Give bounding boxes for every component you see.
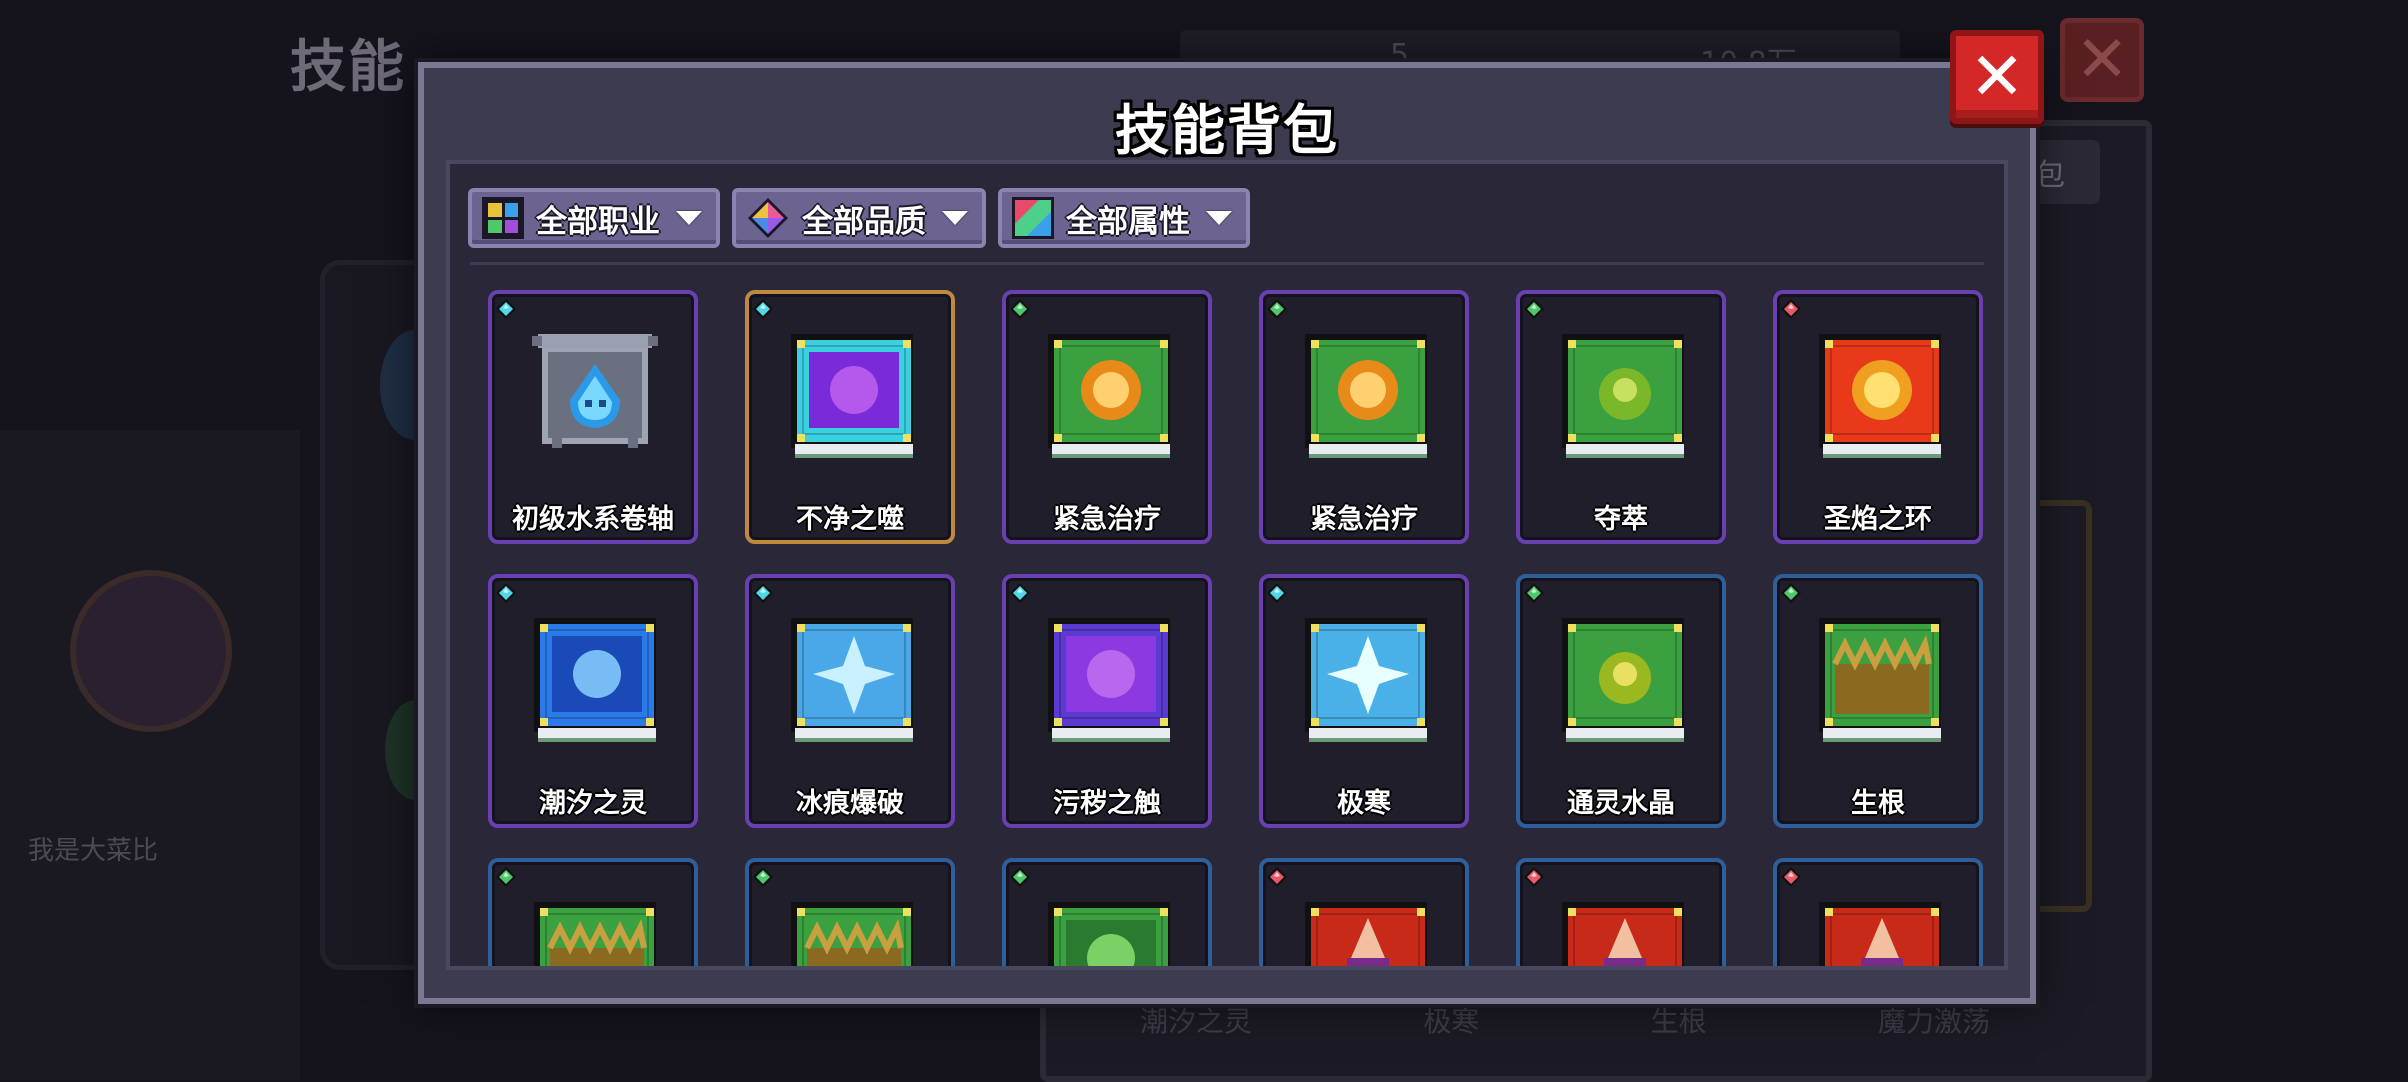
fire-element-gem-icon (1781, 867, 1801, 887)
background-castle (0, 430, 300, 1080)
filter-bar: 全部职业 全部品质 全部属性 (468, 188, 1250, 248)
skill-card[interactable]: 圣焰之环 (1773, 290, 1983, 544)
class-grid-icon (482, 197, 524, 239)
skill-card[interactable]: 紧急治疗 (1002, 290, 1212, 544)
skill-name: 通灵水晶 (1567, 788, 1675, 819)
skill-card[interactable]: 潮汐之灵 (488, 574, 698, 828)
attribute-filter-dropdown[interactable]: 全部属性 (998, 188, 1250, 248)
water-element-gem-icon (496, 583, 516, 603)
skill-card[interactable]: 极寒 (1259, 574, 1469, 828)
attribute-prism-icon (1012, 197, 1054, 239)
modal-title: 技能背包 (1115, 99, 1339, 162)
skill-card[interactable] (745, 858, 955, 966)
skill-card[interactable]: 不净之噬 (745, 290, 955, 544)
nature-element-gem-icon (1524, 299, 1544, 319)
skill-name: 不净之噬 (796, 504, 904, 535)
skill-card[interactable]: 污秽之触 (1002, 574, 1212, 828)
quality-filter-label: 全部品质 (802, 203, 926, 240)
quality-gem-icon (748, 198, 788, 238)
background-skill-labels: 潮汐之灵 极寒 生根 魔力激荡 (1140, 1000, 1990, 1040)
nature-element-gem-icon (1010, 299, 1030, 319)
background-skill-label: 潮汐之灵 (1140, 1005, 1253, 1038)
water-element-gem-icon (753, 299, 773, 319)
class-filter-label: 全部职业 (536, 203, 660, 240)
skill-grid: 初级水系卷轴 不净之噬 紧急治疗 紧急治疗 夺萃 圣焰之环 潮汐之灵 冰痕爆破 … (488, 290, 1983, 966)
skill-list-panel[interactable]: 全部职业 全部品质 全部属性 初级水系卷轴 不净之噬 紧急治疗 紧急治疗 夺萃 … (446, 160, 2008, 970)
skill-name: 潮汐之灵 (539, 788, 647, 819)
class-filter-dropdown[interactable]: 全部职业 (468, 188, 720, 248)
nature-element-gem-icon (1267, 299, 1287, 319)
skill-name: 紧急治疗 (1310, 504, 1418, 535)
background-skill-label: 生根 (1650, 1005, 1707, 1038)
water-element-gem-icon (753, 583, 773, 603)
nature-element-gem-icon (1524, 583, 1544, 603)
skill-card[interactable] (1002, 858, 1212, 966)
skill-card[interactable]: 夺萃 (1516, 290, 1726, 544)
skill-name: 圣焰之环 (1824, 504, 1932, 535)
skill-card[interactable] (1516, 858, 1726, 966)
chevron-down-icon (1206, 211, 1232, 225)
nature-element-gem-icon (1010, 867, 1030, 887)
skill-name: 污秽之触 (1053, 788, 1161, 819)
fire-element-gem-icon (1524, 867, 1544, 887)
skill-card[interactable]: 生根 (1773, 574, 1983, 828)
chevron-down-icon (676, 211, 702, 225)
fire-element-gem-icon (1781, 299, 1801, 319)
skill-name: 冰痕爆破 (796, 788, 904, 819)
quality-filter-dropdown[interactable]: 全部品质 (732, 188, 986, 248)
screen-title: 技能 (290, 35, 406, 100)
nature-element-gem-icon (496, 867, 516, 887)
background-skill-label: 魔力激荡 (1877, 1005, 1990, 1038)
skill-name: 初级水系卷轴 (512, 504, 674, 535)
skill-card[interactable]: 初级水系卷轴 (488, 290, 698, 544)
skill-name: 紧急治疗 (1053, 504, 1161, 535)
nature-element-gem-icon (753, 867, 773, 887)
water-element-gem-icon (1010, 583, 1030, 603)
fire-element-gem-icon (1267, 867, 1287, 887)
skill-card[interactable] (1259, 858, 1469, 966)
skill-card[interactable] (1773, 858, 1983, 966)
skill-card[interactable] (488, 858, 698, 966)
skill-bag-modal: 技能背包 全部职业 全部品质 全部属性 初级水系卷轴 不净之噬 紧急治疗 紧急治… (418, 62, 2036, 1004)
water-element-gem-icon (496, 299, 516, 319)
filter-divider (470, 262, 1984, 265)
background-avatar (70, 570, 232, 732)
background-close-button[interactable]: ✕ (2060, 18, 2144, 102)
skill-name: 夺萃 (1594, 504, 1648, 535)
background-skill-label: 极寒 (1423, 1005, 1480, 1038)
nature-element-gem-icon (1781, 583, 1801, 603)
skill-card[interactable]: 通灵水晶 (1516, 574, 1726, 828)
chevron-down-icon (942, 211, 968, 225)
close-button[interactable]: ✕ (1950, 30, 2044, 124)
water-element-gem-icon (1267, 583, 1287, 603)
skill-name: 生根 (1851, 788, 1905, 819)
skill-card[interactable]: 紧急治疗 (1259, 290, 1469, 544)
skill-card[interactable]: 冰痕爆破 (745, 574, 955, 828)
attribute-filter-label: 全部属性 (1066, 203, 1190, 240)
player-name: 我是大菜比 (28, 836, 159, 866)
skill-name: 极寒 (1337, 788, 1391, 819)
